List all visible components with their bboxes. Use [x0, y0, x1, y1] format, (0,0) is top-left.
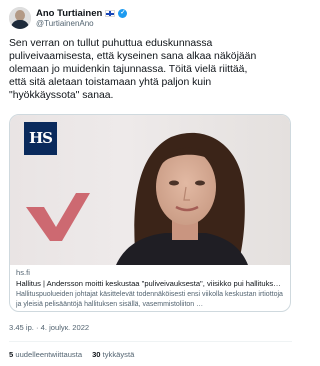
likes-stat[interactable]: 30 tykkäystä — [92, 350, 134, 359]
tweet-timestamp[interactable]: 3.45 ip. · 4. joulук. 2022 — [9, 323, 89, 332]
avatar-body — [11, 20, 29, 29]
author-avatar[interactable] — [9, 7, 31, 29]
tweet-stats: 5 uudelleentwiittausta 30 tykkäystä — [9, 350, 134, 359]
link-card-description: Hallituspuolueiden johtajat käsittelevät… — [16, 291, 283, 308]
hs-logo: HS — [24, 122, 57, 155]
link-card[interactable]: HS hs.fi Hallitus | Andersson moitti kes… — [9, 114, 291, 312]
likes-count: 30 — [92, 350, 101, 359]
tweet-text: Sen verran on tullut puhuttua eduskunnas… — [9, 38, 257, 102]
portrait-photo — [116, 132, 248, 265]
link-card-image[interactable]: HS — [10, 115, 290, 265]
retweets-stat[interactable]: 5 uudelleentwiittausta — [9, 350, 82, 359]
retweets-count: 5 — [9, 350, 14, 359]
link-card-domain: hs.fi — [16, 268, 30, 277]
tweet[interactable]: Ano Turtiainen ✓ @TurtiainenAno Sen verr… — [0, 0, 301, 366]
link-card-title[interactable]: Hallitus | Andersson moitti keskustaa "p… — [16, 279, 288, 288]
likes-label: tykkäystä — [102, 350, 135, 359]
author-name-row[interactable]: Ano Turtiainen ✓ — [36, 7, 128, 19]
retweets-label: uudelleentwiittausta — [15, 350, 83, 359]
author-display-name[interactable]: Ano Turtiainen — [36, 8, 102, 19]
finland-flag-icon — [105, 9, 116, 17]
red-background-shape — [26, 193, 90, 241]
author-handle[interactable]: @TurtiainenAno — [36, 19, 94, 28]
divider — [9, 341, 292, 342]
verified-badge-icon: ✓ — [118, 8, 128, 18]
